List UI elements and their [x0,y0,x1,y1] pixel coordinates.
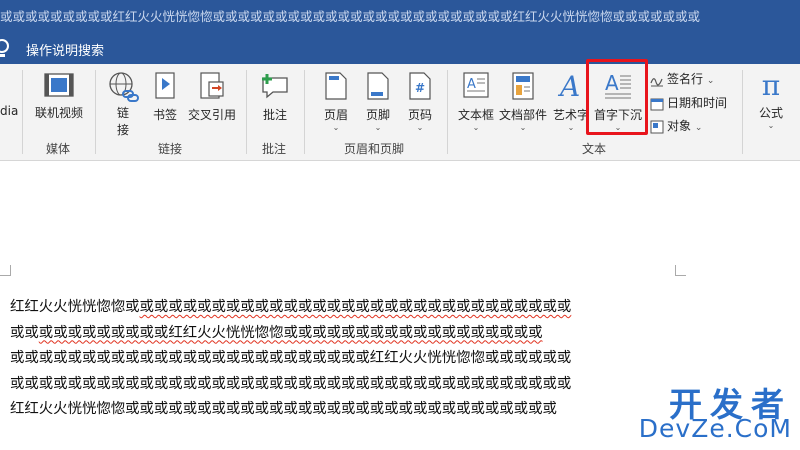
object-icon [650,120,664,133]
separator [95,70,96,154]
quick-parts-icon [512,72,534,100]
svg-text:A: A [467,77,476,92]
separator [304,70,305,154]
link-button[interactable]: 链 接 [104,70,142,138]
footer-button[interactable]: 页脚 ⌄ [358,70,398,132]
chevron-down-icon: ⌄ [519,123,527,132]
page-number-button[interactable]: # 页码 ⌄ [400,70,440,132]
bookmark-label: 书签 [152,108,177,122]
equation-button[interactable]: π 公式 ⌄ [752,68,790,130]
pi-icon: π [761,69,781,102]
document-line: 或或或或或或或或或或或或或或或或或或或或或或或或或或或或或或或或或或或或或或或 [10,372,690,398]
margin-corner-left [0,265,11,276]
document-body-text[interactable]: 红红火火恍恍惚惚或或或或或或或或或或或或或或或或或或或或或或或或或或或或或或或或… [10,295,690,423]
chevron-down-icon: ⌄ [706,76,715,86]
bookmark-icon [155,72,175,99]
chevron-down-icon: ⌄ [767,121,775,130]
header-label: 页眉 [323,108,348,122]
separator [447,70,448,154]
drop-cap-highlight-box [586,59,648,135]
document-line: 或或或或或或或或或或或红红火火恍恍惚惚或或或或或或或或或或或或或或或或或或 [10,321,690,347]
film-icon [44,73,74,97]
object-label: 对象 [667,119,692,133]
quick-parts-label: 文档部件 [498,108,547,122]
calendar-icon [650,98,664,110]
ribbon-insert: dia 联机视频 媒体 链 接 书签 交叉引用 链接 批注 批注 页眉 ⌄ 页脚… [0,64,800,161]
text-box-button[interactable]: A 文本框 ⌄ [456,70,496,132]
globe-link-icon [109,72,139,102]
comment-icon [262,74,288,99]
watermark-domain: DevZe.CoM [638,414,792,443]
tell-me-search[interactable]: 操作说明搜索 [26,40,104,59]
footer-label: 页脚 [365,108,390,122]
line-text-spellcheck: 红红火火恍恍惚惚或或或或或或或或或或或或或或或或或或或或或或或或或或或或或或 [10,401,557,417]
cross-reference-button[interactable]: 交叉引用 [186,70,238,123]
page-number-label: 页码 [407,108,432,122]
separator [22,70,23,154]
partial-media-label: dia [0,104,19,118]
comment-label: 批注 [262,108,287,122]
chevron-down-icon: ⌄ [332,123,340,132]
online-video-label: 联机视频 [34,106,83,120]
group-label-header-footer: 页眉和页脚 [344,142,405,156]
document-line: 或或或或或或或或或或或或或或或或或或或或或或或或或红红火火恍恍惚惚或或或或或或 [10,346,690,372]
partial-media-button[interactable]: dia [0,104,18,118]
online-video-button[interactable]: 联机视频 [28,70,90,121]
date-time-label: 日期和时间 [667,96,728,110]
tell-me-bar: 操作说明搜索 [0,32,800,64]
separator [246,70,247,154]
line-text-spellcheck: 或或或或或或或或或或或或或或或或或或或或或或或或或红红火火恍恍惚惚或或或或或或 [10,350,572,366]
line-text-spellcheck: 或或或或或或或或或或或或或或或或或或或或或或或或或或或或或或或或或或或或或或或 [10,375,572,392]
group-label-media: 媒体 [46,142,71,156]
text-box-icon: A [463,72,489,98]
header-icon [325,72,347,100]
margin-corner-right [675,265,686,276]
header-button[interactable]: 页眉 ⌄ [316,70,356,132]
group-label-links: 链接 [158,142,183,156]
page-number-icon: # [409,72,431,100]
equation-label: 公式 [758,106,783,120]
document-line: 红红火火恍恍惚惚或或或或或或或或或或或或或或或或或或或或或或或或或或或或或或或 [10,295,690,321]
object-button[interactable]: 对象 ⌄ [650,117,702,134]
line-text: 或或 [10,324,39,341]
bookmark-button[interactable]: 书签 [148,70,182,123]
chevron-down-icon: ⌄ [694,123,703,133]
line-text-spellcheck: 或或或或或或或或或红红火火恍恍惚惚或或或或或或或或或或或或或或或或或或 [38,324,543,341]
chevron-down-icon: ⌄ [374,123,382,132]
svg-text:#: # [415,81,425,95]
title-bar: 或或或或或或或或或红红火火恍恍惚惚或或或或或或或或或或或或或或或或或或或或或或或… [0,0,800,32]
comment-button[interactable]: 批注 [256,70,294,123]
svg-text:A: A [557,70,580,102]
signature-line-button[interactable]: 签名行 ⌄ [650,70,714,87]
chevron-down-icon: ⌄ [567,123,575,132]
footer-icon [367,72,389,100]
separator [742,70,743,154]
wordart-label: 艺术字 [552,108,589,122]
link-label-2: 接 [116,123,129,137]
text-box-label: 文本框 [457,108,494,122]
group-label-text: 文本 [582,142,607,156]
date-time-button[interactable]: 日期和时间 [650,94,727,111]
link-label-1: 链 [116,106,129,120]
line-text: 红红火火恍恍惚惚或 [10,299,140,315]
window-title: 或或或或或或或或或红红火火恍恍惚惚或或或或或或或或或或或或或或或或或或或或或或或… [0,9,701,24]
quick-parts-button[interactable]: 文档部件 ⌄ [498,70,548,132]
group-label-comments: 批注 [262,142,287,156]
chevron-down-icon: ⌄ [416,123,424,132]
wordart-icon: A [557,70,580,102]
document-line: 红红火火恍恍惚惚或或或或或或或或或或或或或或或或或或或或或或或或或或或或或或 [10,397,690,423]
signature-line-label: 签名行 [667,72,704,86]
wordart-button[interactable]: A 艺术字 ⌄ [552,70,590,132]
cross-reference-icon [200,72,224,99]
signature-line-icon [650,77,663,86]
line-text-spellcheck: 或或或或或或或或或或或或或或或或或或或或或或或或或或或或或或 [139,299,572,315]
cross-reference-label: 交叉引用 [187,108,236,122]
chevron-down-icon: ⌄ [472,123,480,132]
